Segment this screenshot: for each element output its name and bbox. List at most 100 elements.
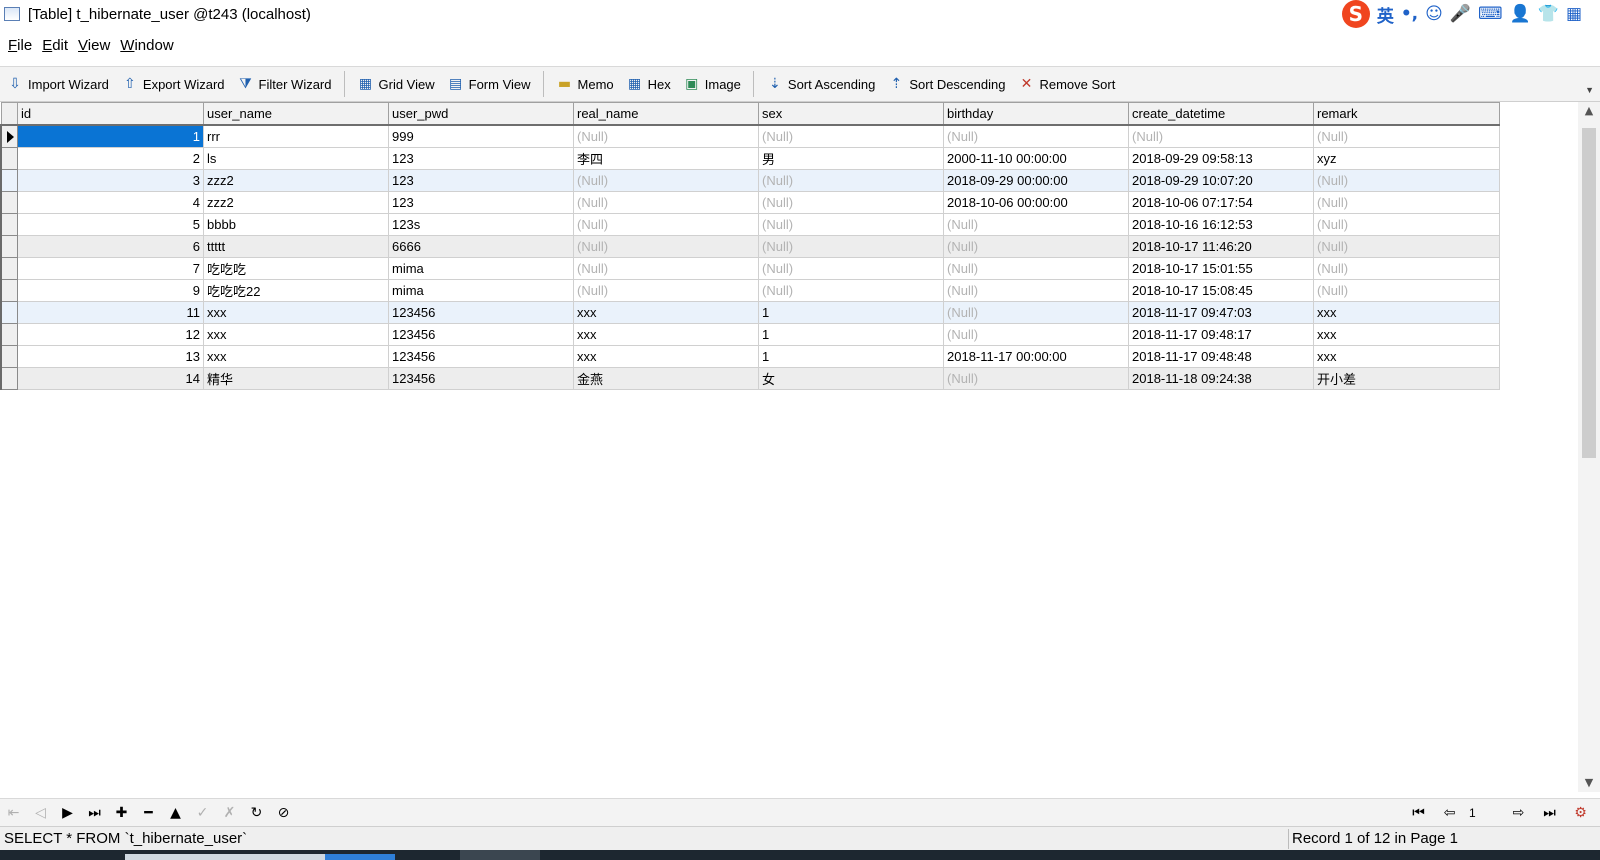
- cell-birthday[interactable]: 2000-11-10 00:00:00: [943, 147, 1129, 170]
- cell-user-name[interactable]: xxx: [203, 301, 389, 324]
- cell-id[interactable]: 1: [17, 124, 204, 148]
- ime-user-icon[interactable]: 👤: [1510, 4, 1531, 24]
- cell-id[interactable]: 5: [17, 213, 204, 236]
- cell-birthday[interactable]: (Null): [943, 213, 1129, 236]
- last-page-icon[interactable]: ⏭: [1536, 801, 1563, 825]
- last-record-icon[interactable]: ⏭: [81, 801, 108, 825]
- table-row[interactable]: 13 xxx 123456 xxx 1 2018-11-17 00:00:00 2018-1…: [0, 345, 1500, 368]
- cell-real-name[interactable]: xxx: [573, 301, 759, 324]
- cell-create-datetime[interactable]: 2018-10-16 16:12:53: [1128, 213, 1314, 236]
- cell-birthday[interactable]: 2018-11-17 00:00:00: [943, 345, 1129, 368]
- menu-window[interactable]: Window: [120, 37, 173, 54]
- cell-user-pwd[interactable]: 123456: [388, 345, 574, 368]
- import-wizard-button[interactable]: ⇩ Import Wizard: [0, 70, 115, 98]
- cell-user-name[interactable]: 吃吃吃: [203, 257, 389, 280]
- ime-emoji-icon[interactable]: ☺: [1425, 4, 1443, 24]
- column-header-sex[interactable]: sex: [758, 102, 944, 126]
- cell-user-name[interactable]: 吃吃吃22: [203, 279, 389, 302]
- cell-create-datetime[interactable]: 2018-10-17 15:01:55: [1128, 257, 1314, 280]
- add-record-icon[interactable]: ✚: [108, 801, 135, 825]
- previous-page-icon[interactable]: ⇦: [1436, 801, 1463, 825]
- previous-record-icon[interactable]: ◁: [27, 801, 54, 825]
- cell-remark[interactable]: xxx: [1313, 345, 1500, 368]
- cell-real-name[interactable]: (Null): [573, 169, 759, 192]
- cell-sex[interactable]: (Null): [758, 257, 944, 280]
- next-record-icon[interactable]: ▶: [54, 801, 81, 825]
- cell-user-pwd[interactable]: mima: [388, 257, 574, 280]
- table-row[interactable]: 14 精华 123456 金燕女 (Null) 2018-11-18 09:24:38 开小…: [0, 367, 1500, 390]
- table-row[interactable]: 4 zzz2 123 (Null) (Null) 2018-10-06 00:00:00 2…: [0, 191, 1500, 214]
- scroll-down-icon[interactable]: ▼: [1578, 774, 1600, 792]
- cell-id[interactable]: 7: [17, 257, 204, 280]
- cell-id[interactable]: 9: [17, 279, 204, 302]
- cell-id[interactable]: 13: [17, 345, 204, 368]
- cell-real-name[interactable]: (Null): [573, 213, 759, 236]
- taskbar-item-active[interactable]: [325, 854, 395, 860]
- cell-sex[interactable]: (Null): [758, 213, 944, 236]
- sort-descending-button[interactable]: ⇡ Sort Descending: [881, 70, 1011, 98]
- ime-keyboard-icon[interactable]: ⌨: [1478, 4, 1503, 24]
- cell-user-pwd[interactable]: 123: [388, 169, 574, 192]
- ime-punctuation-icon[interactable]: •,: [1401, 4, 1418, 24]
- cell-user-pwd[interactable]: 123456: [388, 323, 574, 346]
- cell-create-datetime[interactable]: 2018-09-29 10:07:20: [1128, 169, 1314, 192]
- cell-sex[interactable]: 1: [758, 323, 944, 346]
- cell-user-pwd[interactable]: mima: [388, 279, 574, 302]
- cell-sex[interactable]: 1: [758, 301, 944, 324]
- grid-view-button[interactable]: ▦ Grid View: [351, 70, 441, 98]
- row-indicator[interactable]: [0, 147, 18, 170]
- cell-remark[interactable]: (Null): [1313, 191, 1500, 214]
- next-page-icon[interactable]: ⇨: [1505, 801, 1532, 825]
- cell-create-datetime[interactable]: 2018-11-17 09:47:03: [1128, 301, 1314, 324]
- hex-button[interactable]: ▦ Hex: [620, 70, 677, 98]
- table-row[interactable]: 7 吃吃吃 mima (Null) (Null) (Null) 2018-10-17 15:…: [0, 257, 1500, 280]
- cell-birthday[interactable]: (Null): [943, 367, 1129, 390]
- table-row[interactable]: 5 bbbb 123s (Null) (Null) (Null) 2018-10-16 16…: [0, 213, 1500, 236]
- column-header-create-datetime[interactable]: create_datetime: [1128, 102, 1314, 126]
- table-row[interactable]: 2 ls 123 李四男 2000-11-10 00:00:00 2018-09-29 0…: [0, 147, 1500, 170]
- ime-toolbar[interactable]: S 英 •, ☺ 🎤 ⌨ 👤 👕 ▦: [1341, 0, 1582, 28]
- discard-changes-icon[interactable]: ✗: [216, 801, 243, 825]
- row-indicator[interactable]: [0, 124, 18, 148]
- cell-create-datetime[interactable]: 2018-11-17 09:48:17: [1128, 323, 1314, 346]
- cell-sex[interactable]: (Null): [758, 191, 944, 214]
- cell-user-name[interactable]: xxx: [203, 323, 389, 346]
- cell-real-name[interactable]: (Null): [573, 124, 759, 148]
- row-indicator[interactable]: [0, 235, 18, 258]
- cell-remark[interactable]: (Null): [1313, 169, 1500, 192]
- page-number-input[interactable]: [1467, 803, 1501, 823]
- cell-remark[interactable]: (Null): [1313, 257, 1500, 280]
- ime-tools-icon[interactable]: ▦: [1566, 4, 1582, 24]
- cell-sex[interactable]: 1: [758, 345, 944, 368]
- row-indicator[interactable]: [0, 367, 18, 390]
- cell-user-pwd[interactable]: 999: [388, 124, 574, 148]
- cell-birthday[interactable]: (Null): [943, 279, 1129, 302]
- cell-user-name[interactable]: rrr: [203, 124, 389, 148]
- remove-sort-button[interactable]: ✕ Remove Sort: [1011, 70, 1121, 98]
- cell-user-pwd[interactable]: 123456: [388, 301, 574, 324]
- cell-create-datetime[interactable]: 2018-10-06 07:17:54: [1128, 191, 1314, 214]
- row-indicator[interactable]: [0, 213, 18, 236]
- cell-real-name[interactable]: 金燕: [573, 367, 759, 390]
- column-header-id[interactable]: id: [17, 102, 204, 126]
- page-settings-icon[interactable]: ⚙: [1567, 801, 1594, 825]
- column-header-real-name[interactable]: real_name: [573, 102, 759, 126]
- column-header-user-name[interactable]: user_name: [203, 102, 389, 126]
- cell-id[interactable]: 3: [17, 169, 204, 192]
- cell-birthday[interactable]: (Null): [943, 301, 1129, 324]
- cell-user-name[interactable]: ls: [203, 147, 389, 170]
- cell-create-datetime[interactable]: 2018-10-17 15:08:45: [1128, 279, 1314, 302]
- cell-remark[interactable]: 开小差: [1313, 367, 1500, 390]
- cell-id[interactable]: 14: [17, 367, 204, 390]
- taskbar-item[interactable]: [460, 850, 540, 860]
- sort-ascending-button[interactable]: ⇣ Sort Ascending: [760, 70, 881, 98]
- menu-edit[interactable]: Edit: [42, 37, 68, 54]
- cell-birthday[interactable]: (Null): [943, 235, 1129, 258]
- cell-user-name[interactable]: bbbb: [203, 213, 389, 236]
- cell-create-datetime[interactable]: 2018-09-29 09:58:13: [1128, 147, 1314, 170]
- cell-user-name[interactable]: 精华: [203, 367, 389, 390]
- cell-remark[interactable]: xxx: [1313, 323, 1500, 346]
- cell-real-name[interactable]: (Null): [573, 191, 759, 214]
- cell-remark[interactable]: xyz: [1313, 147, 1500, 170]
- ime-skin-icon[interactable]: 👕: [1538, 4, 1559, 24]
